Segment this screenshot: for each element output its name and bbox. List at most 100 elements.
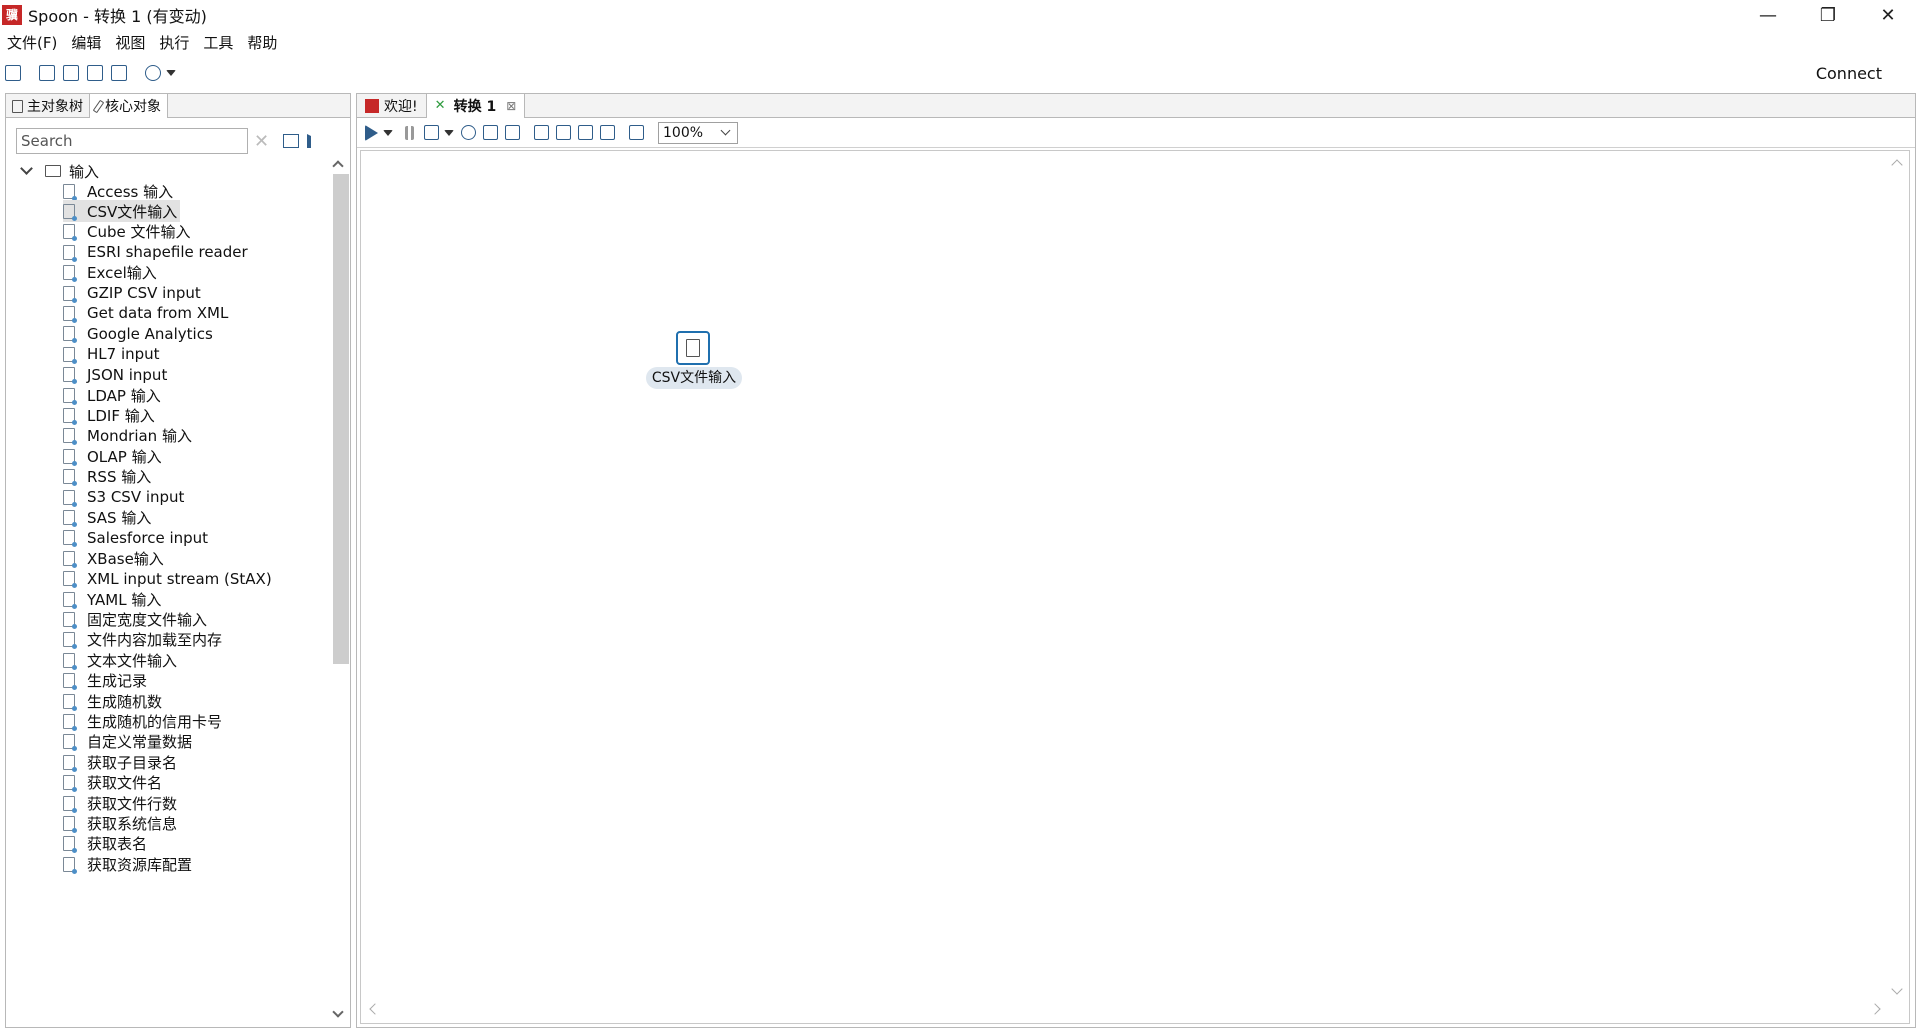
run-icon[interactable] [365,124,378,141]
tree-item[interactable]: OLAP 输入 [63,445,165,467]
tree-item[interactable]: SAS 输入 [63,506,154,528]
debug-icon[interactable] [483,125,498,140]
pause-icon[interactable] [405,125,414,140]
tree-item[interactable]: ESRI shapefile reader [63,241,251,263]
left-panel-tabs: 主对象树 核心对象 [6,94,350,118]
tree-item[interactable]: 固定宽度文件输入 [63,608,210,630]
chevron-down-icon[interactable] [20,162,33,175]
expand-all-icon[interactable] [283,134,300,148]
tree-item[interactable]: 生成随机数 [63,690,165,712]
csv-file-input-icon[interactable] [676,331,710,365]
tree-item[interactable]: XML input stream (StAX) [63,568,275,590]
tree-item[interactable]: 生成记录 [63,670,150,692]
scroll-down-icon[interactable] [332,1006,344,1018]
step-type-icon [63,652,77,670]
connect-button[interactable]: Connect [1816,64,1882,83]
scroll-down-icon[interactable] [1891,983,1903,995]
transformation-canvas[interactable]: CSV文件输入 [360,150,1910,1024]
scroll-right-icon[interactable] [1869,1003,1881,1015]
tree-item[interactable]: Get data from XML [63,302,231,324]
tree-item[interactable]: Access 输入 [63,180,176,202]
save-icon[interactable] [87,65,103,81]
impact-analysis-icon[interactable] [556,125,571,140]
explore-db-icon[interactable] [600,125,615,140]
tree-folder-input[interactable]: 输入 [18,160,99,182]
canvas-step-csv-input[interactable]: CSV文件输入 [646,331,742,389]
title-bar: 骥 Spoon - 转换 1 (有变动) — ❐ ✕ [0,0,1920,30]
tree-item[interactable]: YAML 输入 [63,588,164,610]
tree-item[interactable]: XBase输入 [63,547,167,569]
tab-core-objects[interactable]: 核心对象 [90,94,168,118]
collapse-all-icon[interactable] [307,134,323,148]
tree-item[interactable]: Mondrian 输入 [63,425,195,447]
sql-icon[interactable] [578,125,593,140]
tree-item[interactable]: 文本文件输入 [63,649,180,671]
tree-item[interactable]: 获取资源库配置 [63,853,195,875]
perspective-layers-icon[interactable] [145,65,161,81]
step-type-icon [63,183,77,201]
scroll-up-icon[interactable] [332,160,344,172]
menu-run[interactable]: 执行 [152,32,196,53]
stop-options-dropdown-icon[interactable] [444,129,454,136]
tree-item[interactable]: GZIP CSV input [63,282,204,304]
scrollbar-thumb[interactable] [333,174,349,664]
tree-item[interactable]: 生成随机的信用卡号 [63,710,225,732]
tree-item[interactable]: 获取文件名 [63,772,165,794]
tree-item[interactable]: RSS 输入 [63,466,154,488]
tree-item[interactable]: LDAP 输入 [63,384,164,406]
tree-item[interactable]: 获取子目录名 [63,751,180,773]
tree-item[interactable]: HL7 input [63,343,163,365]
tree-scrollbar[interactable] [332,156,349,1024]
tree-item[interactable]: Excel输入 [63,262,160,284]
window-title: Spoon - 转换 1 (有变动) [28,7,207,26]
step-type-icon [63,203,77,221]
tree-item[interactable]: 获取表名 [63,833,150,855]
close-tab-icon[interactable]: ⊠ [506,99,516,113]
menu-view[interactable]: 视图 [108,32,152,53]
tab-transformation-1[interactable]: ✕ 转换 1 ⊠ [426,94,526,118]
tree-item-label: Salesforce input [87,528,209,547]
close-window-button[interactable]: ✕ [1860,0,1916,30]
run-options-dropdown-icon[interactable] [383,129,393,136]
maximize-button[interactable]: ❐ [1800,0,1856,30]
preview-eye-icon[interactable] [461,125,476,140]
zoom-select[interactable]: 100% [658,121,738,144]
tree-item[interactable]: 自定义常量数据 [63,731,195,753]
tree-folder-label: 输入 [69,162,100,181]
tree-item[interactable]: Salesforce input [63,527,211,549]
verify-icon[interactable] [534,125,549,140]
perspective-dropdown-icon[interactable] [166,70,176,76]
tree-item[interactable]: Google Analytics [63,323,216,345]
menu-edit[interactable]: 编辑 [64,32,108,53]
tree-item[interactable]: LDIF 输入 [63,404,158,426]
editor-tabs: 欢迎! ✕ 转换 1 ⊠ [357,94,1915,118]
search-input[interactable] [16,128,248,154]
core-objects-tree: 输入 Access 输入 CSV文件输入 Cube 文件输入 ESRI shapefi… [6,156,326,1026]
tree-item-label: GZIP CSV input [87,284,201,302]
menu-tools[interactable]: 工具 [196,32,240,53]
menu-file[interactable]: 文件(F) [0,32,64,53]
tree-item[interactable]: CSV文件输入 [63,200,181,223]
tree-item[interactable]: Cube 文件输入 [63,221,194,243]
scroll-left-icon[interactable] [369,1003,381,1015]
explore-repository-icon[interactable] [63,65,79,81]
clear-search-icon[interactable]: ✕ [254,131,269,152]
replay-icon[interactable] [505,125,520,140]
tree-item[interactable]: S3 CSV input [63,486,187,508]
save-as-icon[interactable] [111,65,127,81]
minimize-button[interactable]: — [1740,0,1796,30]
step-type-icon [63,469,77,487]
new-file-icon[interactable] [5,65,21,81]
tree-item[interactable]: 文件内容加载至内存 [63,629,225,651]
tree-item[interactable]: JSON input [63,364,170,386]
tab-welcome[interactable]: 欢迎! [357,94,427,118]
scroll-up-icon[interactable] [1891,159,1903,171]
tab-main-object-tree[interactable]: 主对象树 [6,94,90,118]
tree-item[interactable]: 获取文件行数 [63,792,180,814]
show-results-icon[interactable] [629,125,644,140]
menu-help[interactable]: 帮助 [240,32,284,53]
stop-icon[interactable] [424,125,439,140]
tree-item[interactable]: 获取系统信息 [63,812,180,834]
step-type-icon [63,244,77,262]
open-file-icon[interactable] [39,65,55,81]
